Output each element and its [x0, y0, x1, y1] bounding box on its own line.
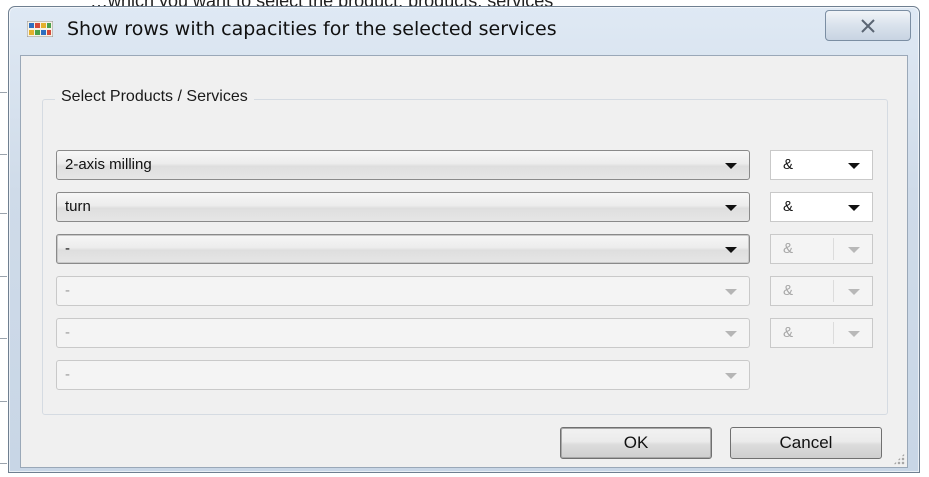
service-combo-5[interactable]: - — [56, 318, 750, 348]
operator-select-2[interactable]: & — [770, 192, 873, 222]
products-services-group: Select Products / Services 2-axis millin… — [42, 88, 888, 415]
service-combo-value: - — [65, 282, 70, 299]
operator-value: & — [783, 240, 794, 257]
dialog-window: Show rows with capacities for the select… — [8, 6, 920, 473]
dialog-title: Show rows with capacities for the select… — [67, 18, 557, 40]
chevron-down-icon — [725, 331, 737, 337]
operator-value: & — [783, 156, 794, 173]
chevron-down-icon — [848, 247, 860, 253]
close-button[interactable] — [825, 10, 911, 41]
chevron-down-icon — [848, 163, 860, 169]
chevron-down-icon — [848, 205, 860, 211]
chevron-down-icon — [725, 289, 737, 295]
chevron-down-icon — [725, 247, 737, 253]
operator-value: & — [783, 282, 794, 299]
service-combo-2[interactable]: turn — [56, 192, 750, 222]
close-icon — [861, 18, 875, 33]
ok-button[interactable]: OK — [560, 427, 712, 459]
chevron-down-icon — [725, 373, 737, 379]
service-combo-value: - — [65, 366, 70, 383]
service-combo-value: 2-axis milling — [65, 156, 152, 173]
cancel-button[interactable]: Cancel — [730, 427, 882, 459]
operator-select-4[interactable]: & — [770, 276, 873, 306]
service-combo-value: turn — [65, 198, 91, 215]
service-combo-6[interactable]: - — [56, 360, 750, 390]
chevron-down-icon — [848, 331, 860, 337]
operator-value: & — [783, 198, 794, 215]
chevron-down-icon — [725, 205, 737, 211]
title-bar[interactable]: Show rows with capacities for the select… — [9, 7, 919, 51]
resize-grip-icon[interactable] — [893, 453, 905, 465]
service-combo-value: - — [65, 324, 70, 341]
service-combo-value: - — [65, 240, 70, 257]
operator-select-1[interactable]: & — [770, 150, 873, 180]
chevron-down-icon — [848, 289, 860, 295]
service-combo-3[interactable]: - — [56, 234, 750, 264]
service-combo-1[interactable]: 2-axis milling — [56, 150, 750, 180]
group-label: Select Products / Services — [55, 88, 254, 106]
operator-value: & — [783, 324, 794, 341]
background-app-edge — [0, 0, 8, 477]
chevron-down-icon — [725, 163, 737, 169]
service-combo-4[interactable]: - — [56, 276, 750, 306]
operator-select-5[interactable]: & — [770, 318, 873, 348]
app-grid-icon — [27, 21, 53, 37]
operator-select-3[interactable]: & — [770, 234, 873, 264]
dialog-client-area: Select Products / Services 2-axis millin… — [20, 55, 908, 468]
